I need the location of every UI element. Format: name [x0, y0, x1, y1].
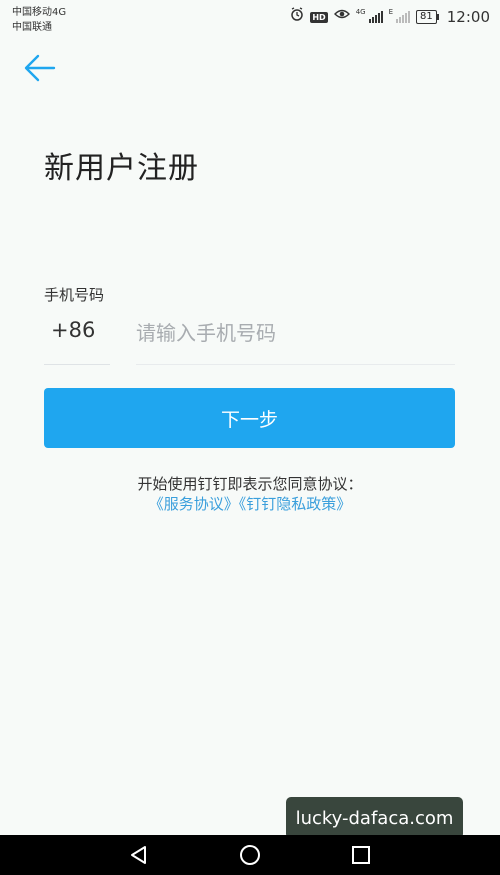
back-triangle-icon	[131, 846, 146, 864]
phone-input[interactable]	[136, 313, 454, 353]
net-e-label: E	[388, 8, 394, 16]
recents-square-icon	[352, 846, 370, 864]
nav-recents-button[interactable]	[350, 844, 372, 866]
phone-underline	[136, 364, 455, 365]
country-code-selector[interactable]: +86	[51, 318, 95, 342]
alarm-icon	[290, 7, 304, 27]
battery-icon: 81	[416, 10, 439, 24]
next-button[interactable]: 下一步	[44, 388, 455, 448]
back-button[interactable]	[18, 48, 60, 88]
watermark-badge: lucky-dafaca.com	[286, 797, 463, 839]
agreement-text: 开始使用钉钉即表示您同意协议：	[137, 475, 363, 493]
navigation-bar	[0, 835, 500, 875]
clock: 12:00	[446, 8, 490, 26]
page-title: 新用户注册	[44, 151, 199, 186]
country-code-underline	[44, 364, 110, 365]
carrier-secondary: 中国联通	[12, 22, 52, 33]
carrier-primary: 中国移动4G	[12, 7, 67, 18]
status-bar: 中国移动4G 中国联通 HD 4G E 81 12:00	[0, 0, 500, 34]
signal-4g-icon	[368, 11, 383, 23]
agreement-links: 《服务协议》《钉钉隐私政策》	[0, 493, 500, 514]
nav-back-button[interactable]	[128, 844, 150, 866]
eye-icon	[333, 8, 350, 26]
hd-icon: HD	[310, 11, 328, 23]
privacy-policy-link[interactable]: 《钉钉隐私政策》	[239, 495, 352, 513]
status-icons: HD 4G E 81 12:00	[290, 7, 490, 27]
arrow-left-icon	[24, 54, 56, 82]
home-circle-icon	[240, 845, 260, 865]
phone-label: 手机号码	[44, 286, 105, 304]
nav-home-button[interactable]	[239, 844, 261, 866]
signal-e-icon	[396, 11, 411, 23]
service-agreement-link[interactable]: 《服务协议》	[149, 495, 239, 513]
registration-screen: 中国移动4G 中国联通 HD 4G E 81 12:00 新用户注册 手机号码 …	[0, 0, 500, 875]
net-4g-label: 4G	[355, 8, 366, 16]
